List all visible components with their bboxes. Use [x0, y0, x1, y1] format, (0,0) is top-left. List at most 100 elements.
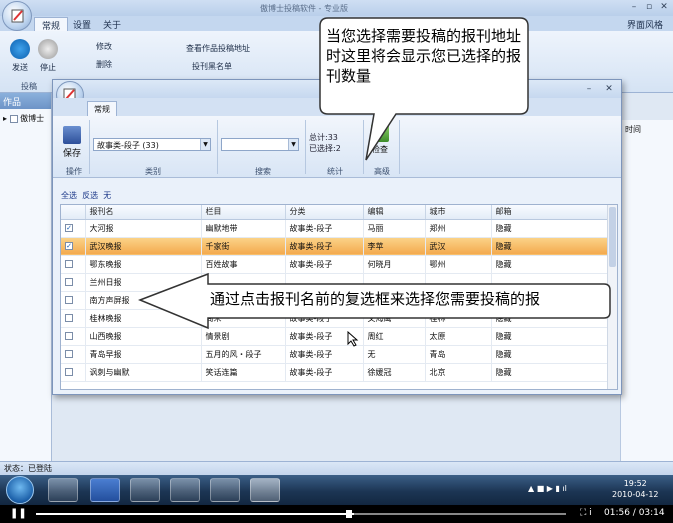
table-row[interactable]: 讽刺与幽默 笑话连篇 故事类-段子 徐媛冠 北京 隐藏 [61, 363, 610, 382]
cell-cat: 故事类-段子 [285, 237, 364, 256]
media-icon[interactable] [210, 478, 240, 502]
left-panel: 作品 ▸ 傲博士 [0, 93, 52, 461]
cell-mail: 隐藏 [491, 363, 610, 382]
scroll-thumb[interactable] [609, 207, 616, 267]
video-controls: ❚❚ ⛶ 𝗂 01:56 / 03:14 [0, 505, 673, 523]
chevron-down-icon: ▼ [200, 139, 210, 150]
tab-settings[interactable]: 设置 [66, 17, 98, 31]
row-checkbox[interactable] [65, 350, 73, 358]
minimize-button[interactable]: – [628, 2, 640, 13]
cell-city: 郑州 [425, 219, 492, 238]
col-header-city[interactable]: 城市 [425, 205, 492, 220]
doctor-app-icon[interactable] [250, 478, 280, 502]
row-checkbox[interactable] [65, 332, 73, 340]
word-icon[interactable] [90, 478, 120, 502]
app-icon[interactable] [170, 478, 200, 502]
send-button[interactable]: 发送 [8, 39, 32, 73]
seek-track[interactable] [36, 510, 566, 518]
col-header-name[interactable]: 报刊名 [85, 205, 202, 220]
blacklist-button[interactable]: 投刊黑名单 [192, 61, 232, 72]
invert-selection-link[interactable]: 反选 [82, 191, 98, 200]
col-header-column[interactable]: 栏目 [201, 205, 286, 220]
row-checkbox-cell[interactable]: ✓ [61, 237, 86, 256]
row-checkbox[interactable] [65, 278, 73, 286]
cell-cat: 故事类-段子 [285, 345, 364, 364]
clock[interactable]: 19:52 2010-04-12 [612, 478, 659, 500]
chevron-down-icon: ▼ [288, 139, 298, 150]
cell-city: 北京 [425, 363, 492, 382]
cell-mail: 隐藏 [491, 255, 610, 274]
row-checkbox-cell[interactable] [61, 255, 86, 274]
cell-column: 幽默地带 [201, 219, 286, 238]
group-label-search: 搜索 [255, 167, 271, 176]
dialog-close-button[interactable]: ✕ [603, 84, 615, 95]
category-select[interactable]: 故事类-段子 (33) ▼ [93, 138, 211, 151]
search-select[interactable]: ▼ [221, 138, 299, 151]
play-icon [10, 39, 30, 59]
edit-button[interactable]: 修改 [96, 41, 112, 52]
row-checkbox-cell[interactable] [61, 345, 86, 364]
ie-icon[interactable] [48, 478, 78, 502]
cell-editor: 李苹 [363, 237, 426, 256]
tab-general[interactable]: 常规 [34, 17, 69, 32]
table-row[interactable]: 鄂东晚报 百姓故事 故事类-段子 何晓月 鄂州 隐藏 [61, 255, 610, 274]
delete-button[interactable]: 删除 [96, 59, 112, 70]
app-orb-icon[interactable] [2, 1, 32, 31]
fullscreen-icon[interactable]: ⛶ 𝗂 [580, 508, 592, 518]
row-checkbox[interactable] [65, 260, 73, 268]
cell-cat: 故事类-段子 [285, 255, 364, 274]
start-button[interactable] [6, 476, 34, 504]
select-none-link[interactable]: 无 [103, 191, 111, 200]
col-header-mail[interactable]: 邮箱 [491, 205, 610, 220]
group-label-stats: 统计 [327, 167, 343, 176]
cell-cat: 故事类-段子 [285, 219, 364, 238]
taskbar: ▲ ■ ▶ ▮ ıl 19:52 2010-04-12 [0, 475, 673, 505]
cell-city: 武汉 [425, 237, 492, 256]
row-checkbox[interactable]: ✓ [65, 242, 73, 250]
row-checkbox-cell[interactable] [61, 273, 86, 292]
pause-icon[interactable]: ❚❚ [10, 508, 27, 519]
tab-about[interactable]: 关于 [96, 17, 128, 31]
selection-links: 全选 反选 无 [61, 190, 111, 201]
select-all-link[interactable]: 全选 [61, 191, 77, 200]
row-checkbox[interactable]: ✓ [65, 224, 73, 232]
cell-name: 大河报 [85, 219, 202, 238]
explorer-icon[interactable] [130, 478, 160, 502]
view-address-button[interactable]: 查看作品投稿地址 [186, 43, 250, 54]
cell-name: 鄂东晚报 [85, 255, 202, 274]
dialog-tab-general[interactable]: 常规 [87, 101, 117, 116]
callout-middle-text: 通过点击报刊名前的复选框来选择您需要投稿的报 [210, 290, 541, 308]
row-checkbox[interactable] [65, 296, 73, 304]
col-header-editor[interactable]: 编辑 [363, 205, 426, 220]
table-row[interactable]: 青岛早报 五月的风・段子 故事类-段子无青岛 隐藏 [61, 345, 610, 364]
row-checkbox-cell[interactable] [61, 309, 86, 328]
stop-button[interactable]: 停止 [36, 39, 60, 73]
cell-column: 笑话连篇 [201, 363, 286, 382]
table-row[interactable]: ✓ 大河报 幽默地带 故事类-段子 马丽 郑州 隐藏 [61, 219, 610, 238]
tray-icons[interactable]: ▲ ■ ▶ ▮ ıl [528, 484, 567, 493]
app-title: 傲博士投稿软件 - 专业版 [260, 4, 348, 13]
cell-city: 青岛 [425, 345, 492, 364]
row-checkbox[interactable] [65, 368, 73, 376]
row-checkbox-cell[interactable] [61, 291, 86, 310]
video-time: 01:56 / 03:14 [604, 508, 665, 518]
col-header-category[interactable]: 分类 [285, 205, 364, 220]
dialog-minimize-button[interactable]: – [583, 84, 595, 95]
col-header[interactable] [61, 205, 86, 220]
save-button[interactable]: 保存 [63, 126, 81, 159]
table-row[interactable]: ✓ 武汉晚报 千家街 故事类-段子 李苹 武汉 隐藏 [61, 237, 610, 256]
row-checkbox[interactable] [65, 314, 73, 322]
row-checkbox-cell[interactable] [61, 363, 86, 382]
theme-menu[interactable]: 界面风格 ▾ [620, 17, 673, 41]
cell-editor: 何晓月 [363, 255, 426, 274]
seek-handle[interactable] [346, 510, 352, 518]
row-checkbox-cell[interactable] [61, 327, 86, 346]
left-panel-header: 作品 [0, 93, 51, 109]
save-icon [63, 126, 81, 144]
cell-editor: 无 [363, 345, 426, 364]
tree-item[interactable]: ▸ 傲博士 [0, 109, 51, 128]
close-button[interactable]: ✕ [658, 2, 670, 13]
maximize-button[interactable]: ▫ [643, 2, 655, 13]
row-checkbox-cell[interactable]: ✓ [61, 219, 86, 238]
cell-name: 武汉晚报 [85, 237, 202, 256]
